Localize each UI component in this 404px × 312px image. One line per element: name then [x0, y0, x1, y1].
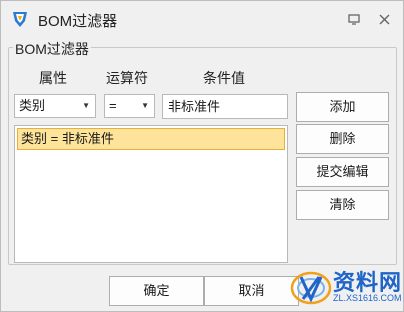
watermark: 资料网 ZL.XS1616.COM [289, 263, 404, 312]
bom-filter-dialog: BOM过滤器 BOM过滤器 属性 运算符 条件值 类别 ▼ = ▼ 非标准件 类… [0, 0, 404, 312]
window-title: BOM过滤器 [38, 13, 118, 30]
restore-button[interactable] [346, 11, 362, 27]
ok-button[interactable]: 确定 [109, 276, 204, 306]
dropdown-arrow-icon: ▼ [82, 101, 90, 110]
watermark-logo-icon [290, 271, 332, 305]
close-button[interactable] [376, 11, 392, 27]
delete-button[interactable]: 删除 [296, 124, 389, 154]
add-button[interactable]: 添加 [296, 92, 389, 122]
operator-column-label: 运算符 [106, 70, 148, 86]
restore-icon [348, 14, 360, 25]
condition-value-input[interactable]: 非标准件 [162, 94, 288, 119]
filter-list[interactable]: 类别 = 非标准件 [14, 125, 288, 263]
condition-column-label: 条件值 [203, 70, 245, 86]
groupbox-legend: BOM过滤器 [13, 39, 91, 59]
app-logo-icon [13, 12, 27, 27]
watermark-url: ZL.XS1616.COM [333, 293, 402, 303]
attribute-column-label: 属性 [39, 70, 67, 86]
list-item[interactable]: 类别 = 非标准件 [17, 128, 285, 150]
submit-edit-button[interactable]: 提交编辑 [296, 157, 389, 187]
dropdown-arrow-icon: ▼ [141, 101, 149, 110]
cancel-button[interactable]: 取消 [204, 276, 299, 306]
condition-value-text: 非标准件 [168, 99, 221, 114]
attribute-select-value: 类别 [19, 98, 46, 113]
operator-select[interactable]: = ▼ [104, 94, 155, 118]
attribute-select[interactable]: 类别 ▼ [14, 94, 96, 118]
title-bar: BOM过滤器 [1, 1, 403, 37]
clear-button[interactable]: 清除 [296, 190, 389, 220]
close-icon [379, 14, 389, 24]
operator-select-value: = [109, 98, 117, 113]
